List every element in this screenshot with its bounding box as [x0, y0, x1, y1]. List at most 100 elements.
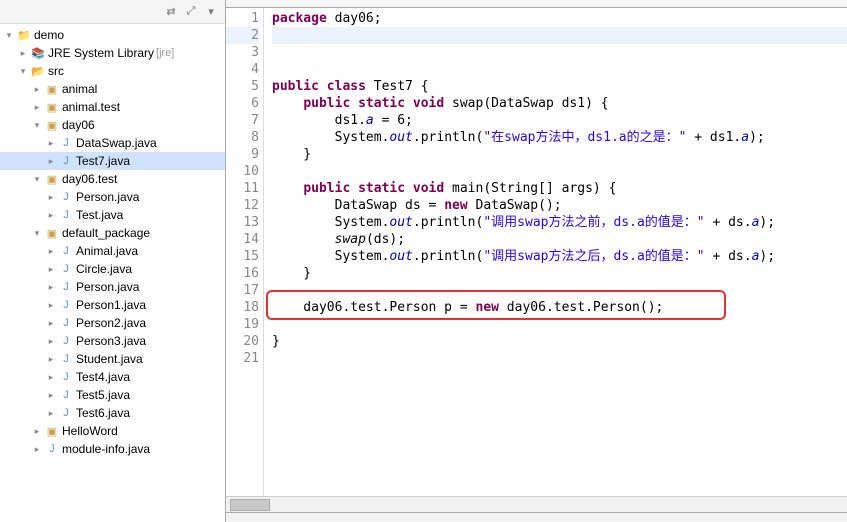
- pkg-default[interactable]: ▾ ▣ default_package: [0, 224, 225, 242]
- chevron-right-icon[interactable]: ▸: [44, 408, 58, 419]
- code-line[interactable]: package day06;: [272, 10, 847, 27]
- project-tree[interactable]: ▾ 📁 demo ▸ 📚 JRE System Library [jre] ▾ …: [0, 24, 225, 522]
- src-node[interactable]: ▾ 📂 src: [0, 62, 225, 80]
- chevron-down-icon[interactable]: ▾: [16, 66, 30, 77]
- file-label: Test6.java: [76, 406, 130, 420]
- code-line[interactable]: public class Test7 {: [272, 78, 847, 95]
- file-person-d[interactable]: ▸JPerson.java: [0, 278, 225, 296]
- txt: swap: [335, 232, 366, 247]
- java-file-icon: J: [58, 315, 74, 331]
- file-label: module-info.java: [62, 442, 150, 456]
- pkg-helloword[interactable]: ▸ ▣ HelloWord: [0, 422, 225, 440]
- chevron-right-icon[interactable]: ▸: [44, 210, 58, 221]
- txt: );: [749, 130, 765, 145]
- scrollbar-thumb[interactable]: [230, 499, 270, 511]
- java-file-icon: J: [58, 135, 74, 151]
- chevron-right-icon[interactable]: ▸: [30, 444, 44, 455]
- chevron-down-icon[interactable]: ▾: [30, 120, 44, 131]
- jre-suffix: [jre]: [156, 47, 174, 59]
- collapse-all-icon[interactable]: ⤢: [183, 4, 199, 20]
- chevron-right-icon[interactable]: ▸: [44, 336, 58, 347]
- file-dataswap[interactable]: ▸ J DataSwap.java: [0, 134, 225, 152]
- file-label: Animal.java: [76, 244, 138, 258]
- chevron-right-icon[interactable]: ▸: [16, 48, 30, 59]
- line-number: 9: [226, 146, 259, 163]
- editor-pane: 1 2 3 4 5 6 7 8 9 10 11 12 13 14 15 16 1…: [226, 0, 847, 522]
- code-line[interactable]: [272, 316, 847, 333]
- view-menu-icon[interactable]: ▾: [203, 4, 219, 20]
- file-circle[interactable]: ▸JCircle.java: [0, 260, 225, 278]
- file-person[interactable]: ▸ J Person.java: [0, 188, 225, 206]
- code-text[interactable]: package day06; public class Test7 { publ…: [264, 8, 847, 496]
- chevron-right-icon[interactable]: ▸: [30, 84, 44, 95]
- file-test4[interactable]: ▸JTest4.java: [0, 368, 225, 386]
- line-number: 1: [226, 10, 259, 27]
- code-area[interactable]: 1 2 3 4 5 6 7 8 9 10 11 12 13 14 15 16 1…: [226, 8, 847, 496]
- line-number: 8: [226, 129, 259, 146]
- project-node[interactable]: ▾ 📁 demo: [0, 26, 225, 44]
- code-line[interactable]: swap(ds);: [272, 231, 847, 248]
- code-line[interactable]: }: [272, 265, 847, 282]
- chevron-right-icon[interactable]: ▸: [44, 192, 58, 203]
- chevron-right-icon[interactable]: ▸: [44, 300, 58, 311]
- chevron-right-icon[interactable]: ▸: [44, 138, 58, 149]
- file-label: Person3.java: [76, 334, 146, 348]
- code-line[interactable]: [272, 163, 847, 180]
- file-test[interactable]: ▸ J Test.java: [0, 206, 225, 224]
- java-file-icon: J: [58, 279, 74, 295]
- code-line[interactable]: System.out.println("调用swap方法之后，ds.a的值是："…: [272, 248, 847, 265]
- line-number: 6: [226, 95, 259, 112]
- file-label: Person.java: [76, 280, 139, 294]
- code-line[interactable]: day06.test.Person p = new day06.test.Per…: [272, 299, 847, 316]
- file-person1[interactable]: ▸JPerson1.java: [0, 296, 225, 314]
- file-student[interactable]: ▸JStudent.java: [0, 350, 225, 368]
- horizontal-scrollbar[interactable]: [226, 496, 847, 512]
- code-line[interactable]: public static void main(String[] args) {: [272, 180, 847, 197]
- file-person2[interactable]: ▸JPerson2.java: [0, 314, 225, 332]
- chevron-right-icon[interactable]: ▸: [44, 246, 58, 257]
- chevron-right-icon[interactable]: ▸: [44, 318, 58, 329]
- chevron-right-icon[interactable]: ▸: [44, 282, 58, 293]
- txt: );: [759, 249, 775, 264]
- pkg-day06-test[interactable]: ▾ ▣ day06.test: [0, 170, 225, 188]
- chevron-down-icon[interactable]: ▾: [30, 174, 44, 185]
- code-line[interactable]: ds1.a = 6;: [272, 112, 847, 129]
- chevron-right-icon[interactable]: ▸: [30, 102, 44, 113]
- code-line[interactable]: [272, 61, 847, 78]
- link-editor-icon[interactable]: ⇄: [163, 4, 179, 20]
- code-line[interactable]: [272, 350, 847, 367]
- file-test7[interactable]: ▸ J Test7.java: [0, 152, 225, 170]
- chevron-down-icon[interactable]: ▾: [30, 228, 44, 239]
- kw: public static void: [303, 96, 444, 111]
- code-line[interactable]: System.out.println("在swap方法中，ds1.a的之是：" …: [272, 129, 847, 146]
- chevron-down-icon[interactable]: ▾: [2, 30, 16, 41]
- file-test6[interactable]: ▸JTest6.java: [0, 404, 225, 422]
- file-test5[interactable]: ▸JTest5.java: [0, 386, 225, 404]
- pkg-animal[interactable]: ▸ ▣ animal: [0, 80, 225, 98]
- code-line[interactable]: public static void swap(DataSwap ds1) {: [272, 95, 847, 112]
- pkg-day06[interactable]: ▾ ▣ day06: [0, 116, 225, 134]
- pkg-label: animal: [62, 82, 97, 96]
- file-animal[interactable]: ▸JAnimal.java: [0, 242, 225, 260]
- code-line[interactable]: }: [272, 146, 847, 163]
- chevron-right-icon[interactable]: ▸: [44, 372, 58, 383]
- file-module-info[interactable]: ▸ J module-info.java: [0, 440, 225, 458]
- line-number: 13: [226, 214, 259, 231]
- chevron-right-icon[interactable]: ▸: [30, 426, 44, 437]
- code-line[interactable]: DataSwap ds = new DataSwap();: [272, 197, 847, 214]
- chevron-right-icon[interactable]: ▸: [44, 264, 58, 275]
- jre-node[interactable]: ▸ 📚 JRE System Library [jre]: [0, 44, 225, 62]
- pkg-animal-test[interactable]: ▸ ▣ animal.test: [0, 98, 225, 116]
- code-line[interactable]: }: [272, 333, 847, 350]
- code-line[interactable]: System.out.println("调用swap方法之前，ds.a的值是："…: [272, 214, 847, 231]
- code-line[interactable]: [272, 44, 847, 61]
- code-line[interactable]: [272, 282, 847, 299]
- txt: .println(: [413, 130, 483, 145]
- chevron-right-icon[interactable]: ▸: [44, 390, 58, 401]
- explorer-toolbar: ⇄ ⤢ ▾: [0, 0, 225, 24]
- chevron-right-icon[interactable]: ▸: [44, 354, 58, 365]
- chevron-right-icon[interactable]: ▸: [44, 156, 58, 167]
- code-line[interactable]: [272, 27, 847, 44]
- file-person3[interactable]: ▸JPerson3.java: [0, 332, 225, 350]
- txt: day06;: [327, 11, 382, 26]
